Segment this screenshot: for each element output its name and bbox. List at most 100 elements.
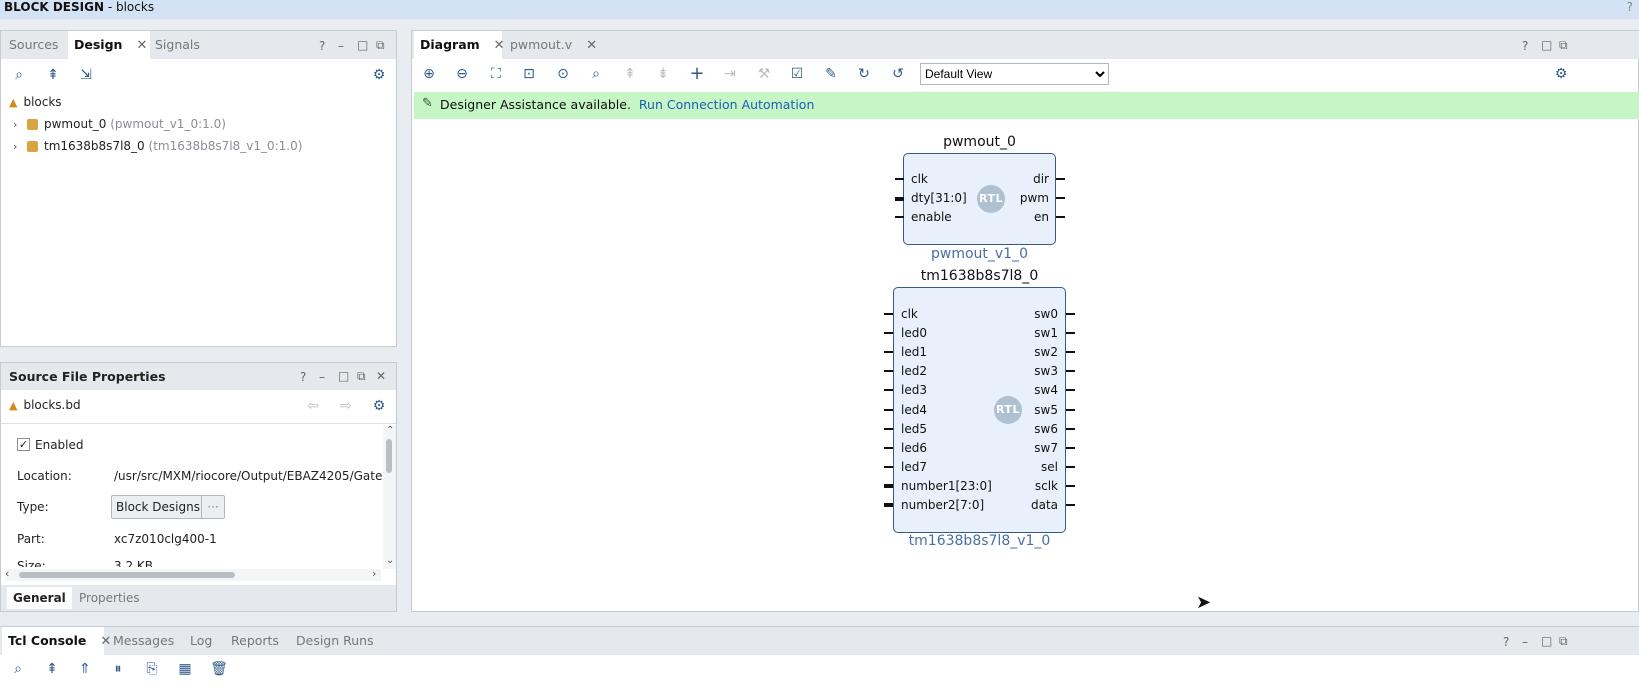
help-icon[interactable]: ? (1503, 635, 1509, 649)
collapse-all-icon[interactable]: ⇞ (42, 659, 62, 679)
horizontal-scroll-thumb[interactable] (19, 572, 235, 578)
expand-all-icon[interactable]: ⇑ (75, 659, 95, 679)
close-tab-icon[interactable]: ✕ (494, 38, 505, 53)
scroll-left-icon[interactable]: ‹ (5, 567, 9, 580)
port-pin[interactable] (1066, 313, 1075, 315)
port-pin[interactable] (884, 466, 893, 468)
auto-fit-selection-icon[interactable]: ⊙ (553, 64, 573, 84)
maximize-icon[interactable]: □ (357, 38, 368, 52)
copy-icon[interactable]: ⎘ (142, 659, 162, 679)
horizontal-scrollbar[interactable]: ‹ › (5, 567, 381, 581)
port-pin[interactable] (884, 503, 893, 507)
maximize-icon[interactable]: □ (1541, 634, 1552, 648)
port-pin[interactable] (895, 178, 904, 180)
tab-signals[interactable]: Signals (149, 31, 206, 59)
minimize-icon[interactable]: – (1522, 635, 1528, 649)
regenerate-layout-icon[interactable]: ↺ (888, 64, 908, 84)
help-icon[interactable]: ? (1627, 0, 1633, 14)
wrench-icon[interactable]: ⚒ (754, 64, 774, 84)
tab-general[interactable]: General (7, 587, 72, 609)
port-pin[interactable] (1066, 447, 1075, 449)
port-pin[interactable] (884, 447, 893, 449)
back-arrow-icon[interactable]: ⇦ (303, 396, 323, 416)
tab-messages[interactable]: Messages (107, 627, 180, 655)
add-ip-icon[interactable]: + (687, 64, 707, 84)
float-icon[interactable]: ⧉ (376, 38, 385, 53)
tab-diagram[interactable]: Diagram ✕ (414, 31, 505, 59)
tab-pwmout-v[interactable]: pwmout.v ✕ (504, 31, 600, 59)
zoom-selection-icon[interactable]: ⊡ (519, 64, 539, 84)
enabled-checkbox[interactable]: ✓ (17, 438, 30, 451)
minimize-icon[interactable]: – (338, 39, 344, 53)
tab-design[interactable]: Design ✕ (68, 31, 150, 59)
collapse-all-icon[interactable]: ⇞ (43, 65, 63, 85)
run-connection-automation-link[interactable]: Run Connection Automation (639, 97, 814, 112)
port-pin[interactable] (1066, 332, 1075, 334)
run-automation-icon[interactable]: ✎ (821, 64, 841, 84)
help-icon[interactable]: ? (300, 370, 306, 384)
collapse-all-icon[interactable]: ⇞ (620, 64, 640, 84)
scroll-down-icon[interactable]: ⌄ (386, 555, 394, 566)
port-pin[interactable] (884, 428, 893, 430)
port-pin[interactable] (1056, 216, 1065, 218)
gear-icon[interactable]: ⚙ (369, 396, 389, 416)
port-pin[interactable] (1066, 504, 1075, 506)
port-pin[interactable] (884, 351, 893, 353)
type-more-button[interactable]: ··· (201, 495, 225, 519)
float-icon[interactable]: ⧉ (1559, 38, 1568, 53)
vertical-scroll-thumb[interactable] (386, 439, 392, 473)
tree-item-tm1638[interactable]: › tm1638b8s7l8_0 (tm1638b8s7l8_v1_0:1.0) (13, 135, 302, 157)
tree-root[interactable]: ▲ blocks (9, 91, 62, 113)
port-pin[interactable] (884, 389, 893, 391)
help-icon[interactable]: ? (1522, 39, 1528, 53)
port-pin[interactable] (884, 313, 893, 315)
expand-all-icon[interactable]: ⇟ (653, 64, 673, 84)
expand-all-icon[interactable]: ⇲ (76, 65, 96, 85)
refresh-icon[interactable]: ↻ (854, 64, 874, 84)
tree-item-pwmout[interactable]: › pwmout_0 (pwmout_v1_0:1.0) (13, 113, 226, 135)
maximize-icon[interactable]: □ (1541, 38, 1552, 52)
trash-icon[interactable]: 🗑 (209, 659, 229, 679)
port-pin[interactable] (884, 409, 893, 411)
scroll-right-icon[interactable]: › (372, 567, 376, 580)
port-pin[interactable] (1056, 178, 1065, 180)
search-icon[interactable]: ⌕ (9, 65, 29, 85)
tab-properties[interactable]: Properties (73, 587, 146, 609)
close-tab-icon[interactable]: ✕ (586, 38, 597, 53)
port-pin[interactable] (1066, 389, 1075, 391)
scroll-up-icon[interactable]: ⌃ (386, 425, 394, 436)
vertical-scrollbar[interactable]: ⌃ ⌄ (383, 425, 396, 569)
minimize-icon[interactable]: – (319, 370, 325, 384)
port-pin[interactable] (895, 216, 904, 218)
port-pin[interactable] (1066, 370, 1075, 372)
maximize-icon[interactable]: □ (338, 369, 349, 383)
zoom-out-icon[interactable]: ⊖ (452, 64, 472, 84)
gear-icon[interactable]: ⚙ (369, 65, 389, 85)
float-icon[interactable]: ⧉ (1559, 634, 1568, 649)
tab-sources[interactable]: Sources (3, 31, 64, 59)
gear-icon[interactable]: ⚙ (1551, 64, 1571, 84)
tab-tcl-console[interactable]: Tcl Console ✕ (2, 627, 111, 655)
validate-design-icon[interactable]: ☑ (787, 64, 807, 84)
help-icon[interactable]: ? (319, 39, 325, 53)
close-tab-icon[interactable]: ✕ (136, 38, 147, 53)
zoom-in-icon[interactable]: ⊕ (419, 64, 439, 84)
table-icon[interactable]: ▦ (175, 659, 195, 679)
port-pin[interactable] (1066, 485, 1075, 487)
chevron-right-icon[interactable]: › (13, 114, 27, 136)
view-select[interactable]: Default View (920, 63, 1109, 85)
float-icon[interactable]: ⧉ (357, 369, 366, 384)
port-pin[interactable] (1066, 466, 1075, 468)
search-icon[interactable]: ⌕ (8, 659, 28, 679)
port-pin[interactable] (1056, 197, 1065, 199)
pause-icon[interactable]: ⏸ (108, 659, 128, 679)
forward-arrow-icon[interactable]: ⇨ (336, 396, 356, 416)
port-pin[interactable] (884, 370, 893, 372)
chevron-right-icon[interactable]: › (13, 136, 27, 158)
make-external-icon[interactable]: ⇥ (720, 64, 740, 84)
tab-design-runs[interactable]: Design Runs (290, 627, 380, 655)
port-pin[interactable] (1066, 428, 1075, 430)
tab-reports[interactable]: Reports (225, 627, 285, 655)
close-icon[interactable]: ✕ (376, 369, 386, 383)
port-pin[interactable] (884, 484, 893, 488)
